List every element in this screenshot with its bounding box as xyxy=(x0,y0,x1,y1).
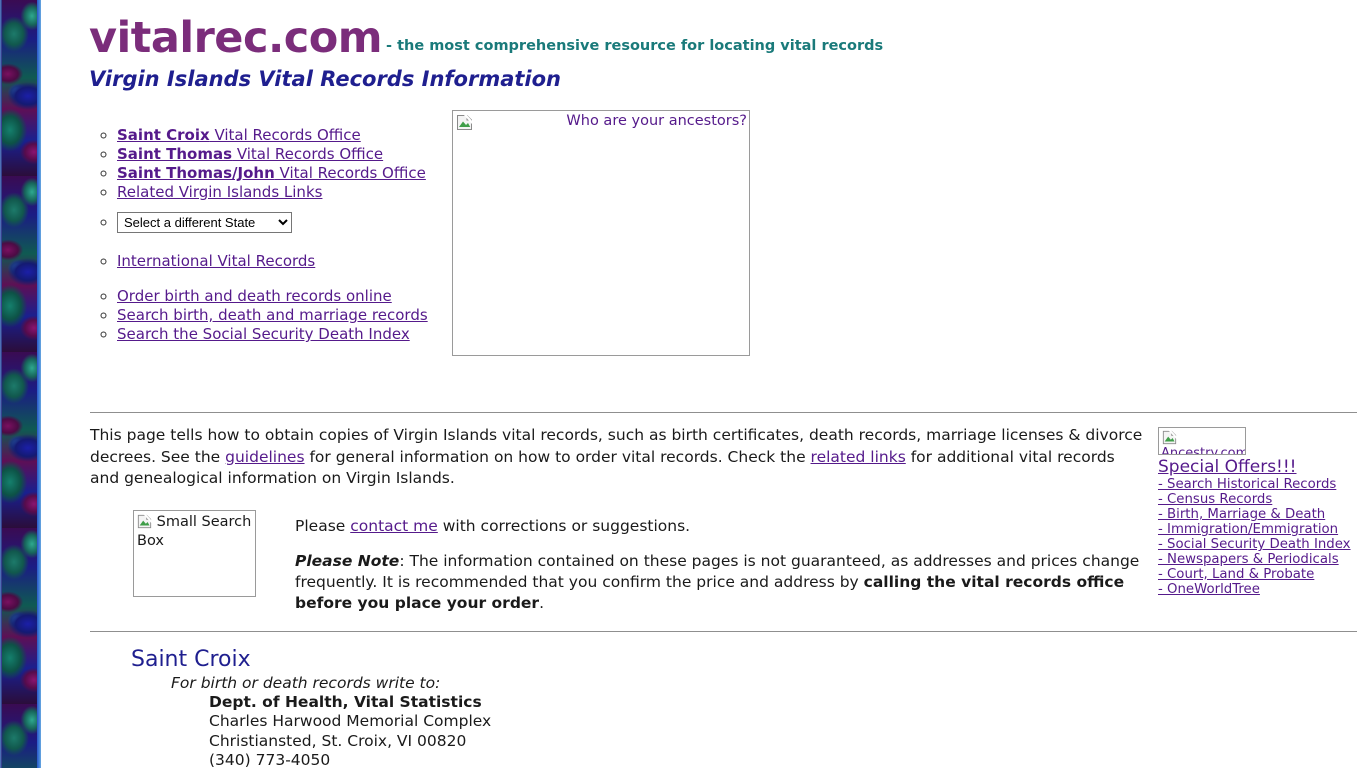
sidebar-item-international[interactable]: International Vital Records xyxy=(117,252,315,270)
offer-link-oneworldtree[interactable]: - OneWorldTree xyxy=(1158,582,1358,597)
link-rest-part: Vital Records Office xyxy=(274,164,426,182)
ancestry-banner[interactable]: Ancestry.com xyxy=(1158,427,1246,455)
contact-text-part1: Please xyxy=(295,517,351,535)
please-note-label: Please Note xyxy=(295,552,400,570)
sidebar-item-saint-thomas-john-office[interactable]: Saint Thomas/John Vital Records Office xyxy=(117,164,426,182)
please-note-block: Please Note: The information contained o… xyxy=(295,551,1183,614)
link-rest-part: Vital Records Office xyxy=(209,126,361,144)
ancestry-banner-alt-text: Ancestry.com xyxy=(1161,446,1246,455)
sidebar-item-saint-croix-office[interactable]: Saint Croix Vital Records Office xyxy=(117,126,361,144)
sidebar-item-search-ssdi[interactable]: Search the Social Security Death Index xyxy=(117,325,410,343)
decorative-left-border xyxy=(0,0,41,768)
site-tagline: - the most comprehensive resource for lo… xyxy=(386,38,884,54)
list-item: International Vital Records xyxy=(117,252,428,271)
list-item: Search the Social Security Death Index xyxy=(117,325,428,344)
list-item: Saint Thomas Vital Records Office xyxy=(117,145,428,164)
list-item: Saint Thomas/John Vital Records Office xyxy=(117,164,428,183)
site-title: vitalrec.com xyxy=(89,13,383,63)
contact-text-part2: with corrections or suggestions. xyxy=(437,517,691,535)
divider-bottom xyxy=(90,631,1357,632)
please-note-text2: . xyxy=(539,594,545,612)
list-item: Related Virgin Islands Links xyxy=(117,183,428,202)
saint-croix-org: Dept. of Health, Vital Statistics xyxy=(209,693,482,711)
border-inner-edge xyxy=(0,0,2,768)
special-offers-link[interactable]: Special Offers!!! xyxy=(1158,457,1358,477)
link-bold-part: Saint Thomas xyxy=(117,145,233,163)
saint-croix-intro: For birth or death records write to: xyxy=(171,674,441,692)
offer-link-census-records[interactable]: - Census Records xyxy=(1158,492,1358,507)
offer-link-court-land-probate[interactable]: - Court, Land & Probate xyxy=(1158,567,1358,582)
broken-image-icon xyxy=(137,513,157,530)
intro-paragraph: This page tells how to obtain copies of … xyxy=(90,425,1143,490)
sidebar-item-search-records[interactable]: Search birth, death and marriage records xyxy=(117,306,428,324)
list-item: Order birth and death records online xyxy=(117,287,428,306)
divider-top xyxy=(90,412,1357,413)
sidebar-item-related-links[interactable]: Related Virgin Islands Links xyxy=(117,183,322,201)
list-item: Search birth, death and marriage records xyxy=(117,306,428,325)
saint-croix-address: Dept. of Health, Vital Statistics Charle… xyxy=(209,693,491,771)
contact-me-link[interactable]: contact me xyxy=(350,517,438,535)
offer-link-birth-marriage-death[interactable]: - Birth, Marriage & Death xyxy=(1158,507,1358,522)
page-title: Virgin Islands Vital Records Information xyxy=(89,67,561,91)
related-links-link[interactable]: related links xyxy=(811,448,906,466)
offer-link-newspapers-periodicals[interactable]: - Newspapers & Periodicals xyxy=(1158,552,1358,567)
navigation-list: Saint Croix Vital Records Office Saint T… xyxy=(89,126,428,344)
ancestors-banner-alt-text: Who are your ancestors? xyxy=(566,113,747,129)
sidebar-item-saint-thomas-office[interactable]: Saint Thomas Vital Records Office xyxy=(117,145,383,163)
saint-croix-address-line2: Christiansted, St. Croix, VI 00820 xyxy=(209,731,467,750)
state-select[interactable]: Select a different State xyxy=(117,212,292,233)
link-bold-part: Saint Thomas/John xyxy=(117,164,275,182)
guidelines-link[interactable]: guidelines xyxy=(225,448,304,466)
offer-link-search-historical-records[interactable]: - Search Historical Records xyxy=(1158,477,1358,492)
list-item-state-select: Select a different State xyxy=(117,208,428,236)
list-item: Saint Croix Vital Records Office xyxy=(117,126,428,145)
sidebar-item-order-records-online[interactable]: Order birth and death records online xyxy=(117,287,392,305)
page-content: vitalrec.com - the most comprehensive re… xyxy=(41,0,1366,771)
offer-link-immigration-emmigration[interactable]: - Immigration/Emmigration xyxy=(1158,522,1358,537)
ancestors-banner[interactable]: Who are your ancestors? xyxy=(452,110,750,356)
contact-line: Please contact me with corrections or su… xyxy=(295,517,690,535)
intro-text-part2: for general information on how to order … xyxy=(304,447,811,466)
link-rest-part: Vital Records Office xyxy=(232,145,384,163)
broken-image-icon xyxy=(456,113,474,135)
link-bold-part: Saint Croix xyxy=(117,126,210,144)
ancestry-offers-column: Ancestry.com Special Offers!!! - Search … xyxy=(1158,427,1358,597)
saint-croix-address-line1: Charles Harwood Memorial Complex xyxy=(209,712,492,731)
small-search-box[interactable]: Small Search Box xyxy=(133,510,256,597)
section-heading-saint-croix: Saint Croix xyxy=(131,647,251,672)
offer-link-social-security-death-index[interactable]: - Social Security Death Index xyxy=(1158,537,1358,552)
